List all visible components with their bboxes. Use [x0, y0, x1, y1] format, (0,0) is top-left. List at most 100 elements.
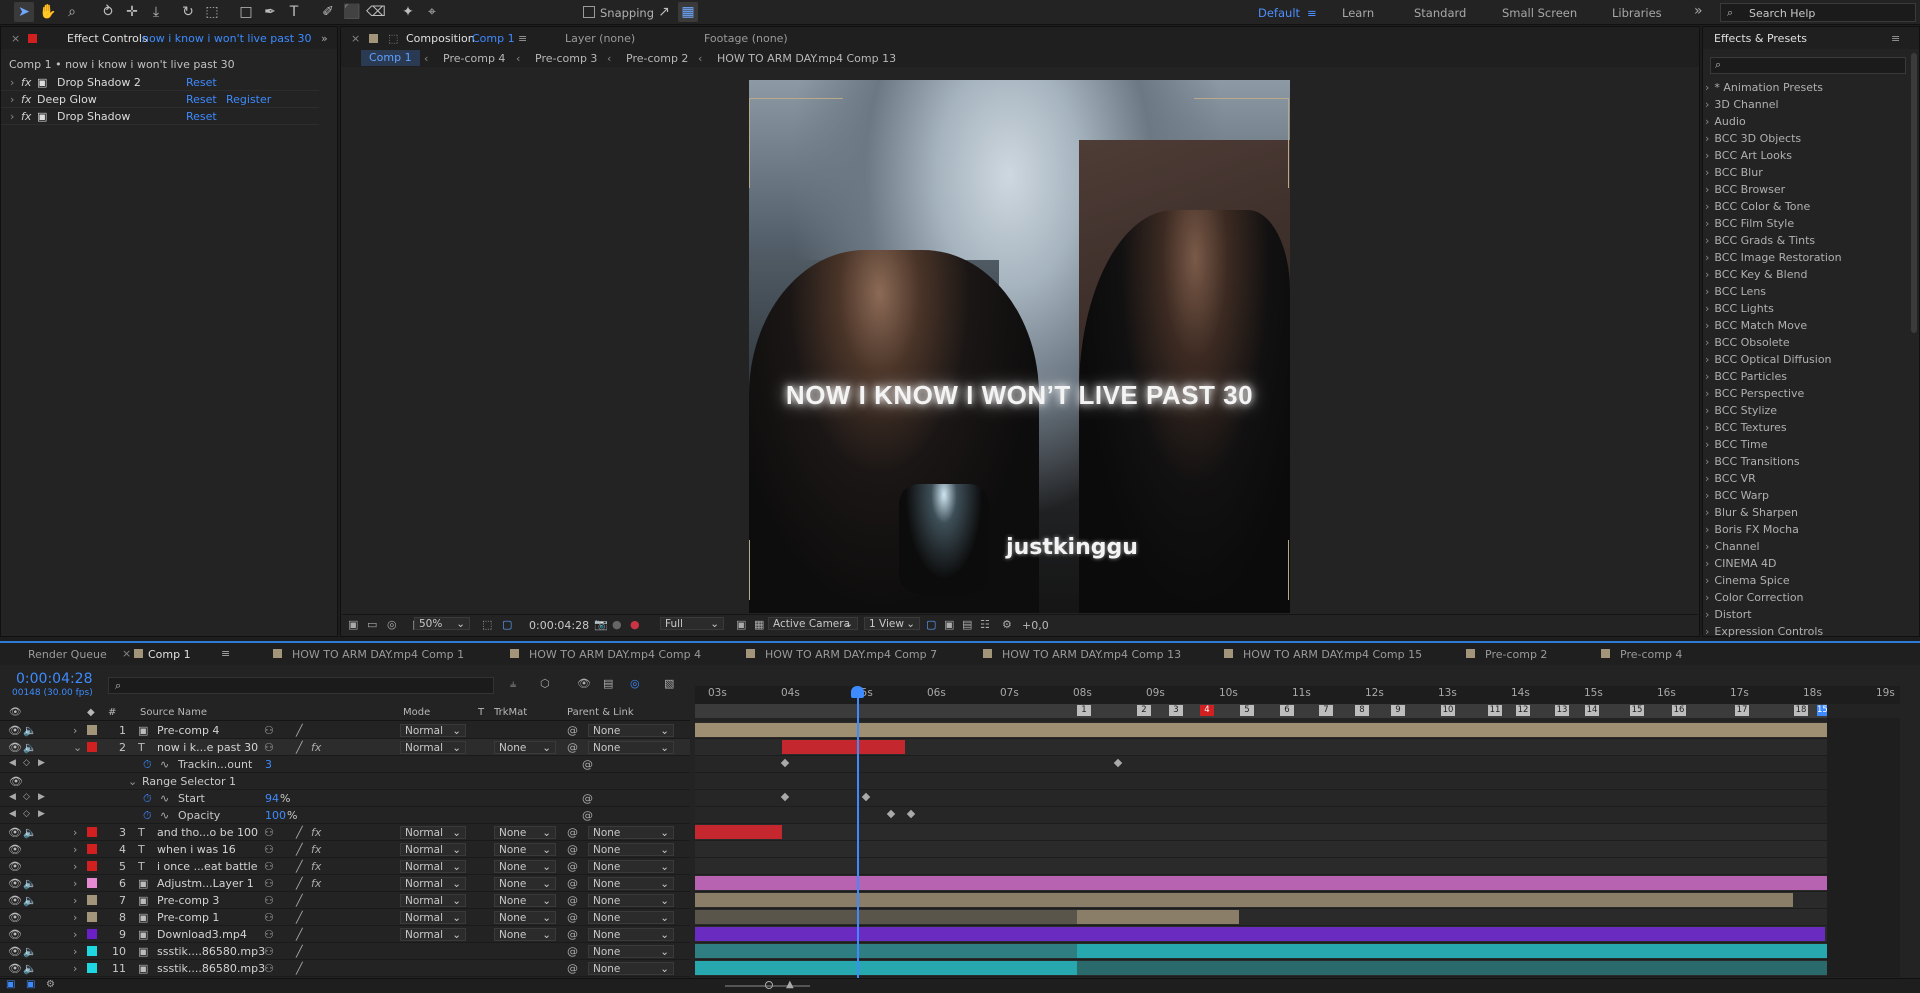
label-color-swatch[interactable] — [87, 912, 97, 922]
expand-arrow-icon[interactable]: › — [1705, 149, 1709, 162]
camera-dropdown[interactable]: Active Camera ⌄ — [768, 617, 858, 630]
expand-arrow-icon[interactable]: › — [1705, 506, 1709, 519]
parent-dropdown[interactable]: None ⌄ — [588, 860, 674, 873]
effects-category-item[interactable]: › BCC Key & Blend — [1705, 268, 1807, 281]
quality-switch-icon[interactable]: ╱ — [296, 877, 303, 890]
visibility-eye-icon[interactable]: 👁 — [8, 724, 22, 737]
fx-switch-icon[interactable]: fx — [311, 860, 321, 873]
property-row[interactable]: ◀ ◇ ▶ ⏱ ∿ Start 94% @ — [0, 790, 690, 807]
anchor-point-icon[interactable]: ⬚ — [202, 2, 222, 22]
visibility-eye-icon[interactable]: 👁 — [8, 826, 22, 839]
next-keyframe-icon[interactable]: ▶ — [38, 792, 45, 802]
composition-tab[interactable]: Composition — [406, 32, 475, 45]
layer-name[interactable]: now i k...e past 30 — [157, 741, 258, 754]
expand-arrow-icon[interactable]: › — [1705, 523, 1709, 536]
blend-mode-dropdown[interactable]: Normal ⌄ — [400, 741, 466, 754]
work-area-bar[interactable] — [695, 704, 1827, 718]
comp-marker[interactable]: 11 — [1488, 705, 1502, 716]
expand-arrow-icon[interactable]: ⌄ — [128, 775, 137, 788]
audio-speaker-icon[interactable]: 🔈 — [23, 945, 37, 958]
expand-arrow-icon[interactable]: › — [73, 843, 77, 856]
comp-marker[interactable]: 10 — [1441, 705, 1455, 716]
track-matte-dropdown[interactable]: None ⌄ — [494, 911, 556, 924]
expand-arrow-icon[interactable]: › — [1705, 217, 1709, 230]
track-row[interactable] — [695, 807, 1900, 824]
work-area-end-marker[interactable]: 15 — [1817, 705, 1828, 716]
expand-arrow-icon[interactable]: › — [1705, 591, 1709, 604]
timeline-tab[interactable]: HOW TO ARM DAY.mp4 Comp 4 — [529, 648, 701, 661]
comp-marker[interactable]: 14 — [1585, 705, 1599, 716]
parent-dropdown[interactable]: None ⌄ — [588, 724, 674, 737]
show-snapshot-icon[interactable]: ● — [612, 618, 622, 631]
add-keyframe-icon[interactable]: ◇ — [23, 758, 30, 768]
roto-brush-icon[interactable]: ✦ — [398, 2, 418, 22]
reset-link[interactable]: Reset — [186, 110, 217, 123]
timeline-icon[interactable]: ▤ — [962, 618, 972, 631]
comp-marker[interactable]: 12 — [1516, 705, 1530, 716]
effects-search-field[interactable]: ⌕ — [1710, 57, 1906, 74]
add-keyframe-icon[interactable]: ◇ — [23, 809, 30, 819]
visibility-eye-icon[interactable]: 👁 — [8, 945, 22, 958]
pick-whip-icon[interactable]: @ — [567, 741, 578, 754]
property-row[interactable]: ◀ ◇ ▶ ⏱ ∿ Opacity 100% @ — [0, 807, 690, 824]
effects-category-item[interactable]: › CINEMA 4D — [1705, 557, 1777, 570]
close-tab-icon[interactable]: × — [351, 32, 360, 45]
effect-row-drop-shadow-2[interactable]: › fx ▣ Drop Shadow 2 Reset — [1, 74, 319, 91]
layer-bar[interactable] — [1077, 910, 1239, 924]
flow-item[interactable]: HOW TO ARM DAY.mp4 Comp 13 — [717, 52, 896, 65]
layer-row[interactable]: 👁 🔈 › 11 ▣ ssstik....86580.mp3 ⚇ ╱ @ None ⌄ — [0, 960, 690, 977]
stopwatch-icon[interactable]: ⏱ — [143, 809, 152, 823]
track-matte-dropdown[interactable]: None ⌄ — [494, 877, 556, 890]
transparency-grid-icon[interactable]: ▦ — [754, 618, 764, 631]
channel-icon[interactable]: ● — [630, 618, 640, 631]
parent-dropdown[interactable]: None ⌄ — [588, 962, 674, 975]
expand-arrow-icon[interactable]: › — [1705, 557, 1709, 570]
property-value[interactable]: 100 — [265, 809, 286, 822]
effect-row-drop-shadow[interactable]: › fx ▣ Drop Shadow Reset — [1, 108, 319, 125]
property-value[interactable]: 94 — [265, 792, 279, 805]
layer-bar[interactable] — [695, 927, 1825, 941]
footage-tab[interactable]: Footage (none) — [704, 32, 788, 45]
workspace-standard[interactable]: Standard — [1414, 6, 1466, 20]
expand-arrow-icon[interactable]: › — [1705, 472, 1709, 485]
track-row[interactable] — [695, 790, 1900, 807]
flow-item[interactable]: Pre-comp 3 — [535, 52, 597, 65]
visibility-eye-icon[interactable]: 👁 — [9, 775, 23, 788]
layer-bar[interactable] — [1077, 944, 1900, 958]
timeline-tab[interactable]: HOW TO ARM DAY.mp4 Comp 15 — [1243, 648, 1422, 661]
lock-icon[interactable]: ⬚ — [388, 32, 398, 45]
keyframe[interactable] — [906, 809, 916, 819]
effects-category-item[interactable]: › BCC Textures — [1705, 421, 1787, 434]
fx-icon[interactable]: fx — [21, 93, 31, 106]
region-icon[interactable]: ▢ — [502, 618, 512, 631]
vr-icon[interactable]: ◎ — [387, 618, 397, 631]
workspace-small-screen[interactable]: Small Screen — [1502, 6, 1577, 20]
blend-mode-dropdown[interactable]: Normal ⌄ — [400, 877, 466, 890]
visibility-eye-icon[interactable]: 👁 — [8, 911, 22, 924]
comp-marker[interactable]: 2 — [1137, 705, 1151, 716]
quality-switch-icon[interactable]: ╱ — [296, 928, 303, 941]
audio-speaker-icon[interactable]: 🔈 — [23, 741, 37, 754]
track-matte-dropdown[interactable]: None ⌄ — [494, 843, 556, 856]
track-matte-dropdown[interactable]: None ⌄ — [494, 928, 556, 941]
puppet-pin-icon[interactable]: ⌖ — [422, 2, 442, 22]
fx-switch-icon[interactable]: fx — [311, 741, 321, 754]
timeline-tab[interactable]: Pre-comp 4 — [1620, 648, 1682, 661]
property-row[interactable]: 👁 ⌄ Range Selector 1 — [0, 773, 690, 790]
expand-arrow-icon[interactable]: › — [1705, 574, 1709, 587]
quality-switch-icon[interactable]: ╱ — [296, 860, 303, 873]
expand-arrow-icon[interactable]: › — [1705, 625, 1709, 638]
flowchart-icon[interactable]: ☷ — [980, 618, 990, 631]
layer-bar[interactable] — [695, 876, 1900, 890]
layer-bar[interactable] — [695, 961, 1077, 975]
label-color-swatch[interactable] — [87, 895, 97, 905]
zoom-slider-thumb[interactable] — [765, 981, 773, 989]
expand-arrow-icon[interactable]: › — [1705, 336, 1709, 349]
effects-category-item[interactable]: › Channel — [1705, 540, 1760, 553]
layer-row[interactable]: 👁 🔈 ⌄ 2 Tnow i k...e past 30 ⚇ ╱ fx Normal ⌄ None ⌄… — [0, 739, 690, 756]
expand-arrow-icon[interactable]: › — [73, 724, 77, 737]
composition-frame[interactable]: NOW I KNOW I WON’T LIVE PAST 30 justking… — [749, 80, 1290, 613]
monitor-icon[interactable]: ▭ — [367, 618, 377, 631]
layer-name[interactable]: ssstik....86580.mp3 — [157, 962, 265, 975]
render-time-icon[interactable]: ▣ — [26, 979, 35, 990]
